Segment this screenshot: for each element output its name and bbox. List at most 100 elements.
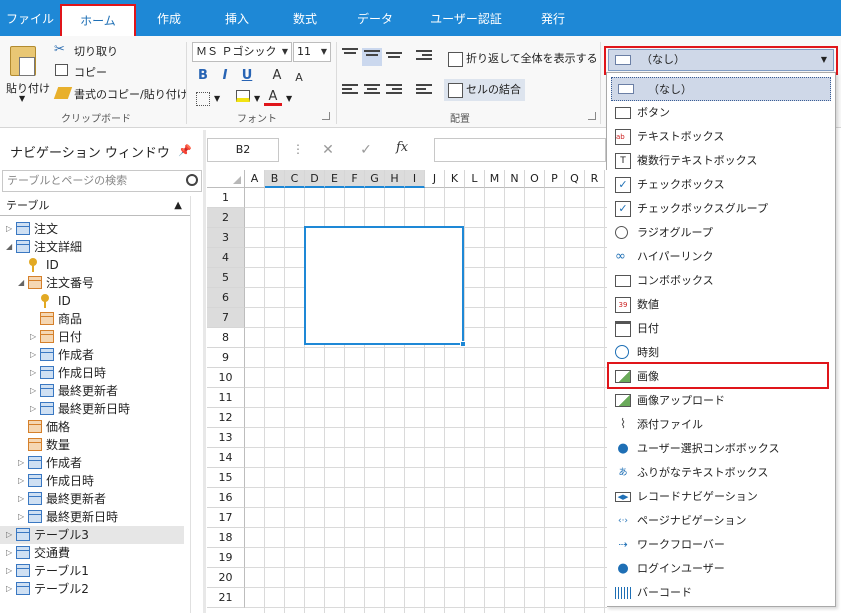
font-color-dropdown-icon[interactable]: ▼ bbox=[286, 94, 292, 103]
celltype-option-button[interactable]: ボタン bbox=[611, 101, 831, 125]
pin-icon[interactable]: 📌 bbox=[178, 144, 192, 157]
align-right-icon[interactable] bbox=[386, 84, 402, 98]
row-header[interactable]: 10 bbox=[207, 368, 245, 388]
format-copy-button[interactable]: 書式のコピー/貼り付け bbox=[74, 86, 188, 102]
nav-splitter[interactable] bbox=[203, 130, 206, 613]
column-header[interactable]: P bbox=[545, 170, 565, 188]
indent-icon[interactable] bbox=[416, 50, 432, 64]
nav-tree-item[interactable]: ▷ 最終更新者 bbox=[0, 490, 184, 508]
underline-button[interactable]: U bbox=[238, 67, 256, 85]
column-header[interactable]: O bbox=[525, 170, 545, 188]
tree-collapsed-icon[interactable]: ▷ bbox=[30, 328, 36, 346]
celltype-option-combobox[interactable]: コンボボックス bbox=[611, 269, 831, 293]
selected-cell-range[interactable] bbox=[304, 226, 464, 345]
row-header[interactable]: 21 bbox=[207, 588, 245, 608]
font-color-button[interactable]: A bbox=[264, 88, 282, 106]
wrap-text-button[interactable]: 折り返して全体を表示する bbox=[444, 48, 602, 70]
chevron-up-icon[interactable]: ▲ bbox=[174, 196, 182, 216]
italic-button[interactable]: I bbox=[216, 67, 234, 85]
celltype-option-furigana[interactable]: あ ふりがなテキストボックス bbox=[611, 461, 831, 485]
select-all-corner[interactable] bbox=[207, 170, 245, 188]
insert-function-button[interactable]: fx bbox=[396, 140, 408, 155]
row-header[interactable]: 19 bbox=[207, 548, 245, 568]
cut-button[interactable]: 切り取り bbox=[74, 43, 118, 59]
row-header[interactable]: 16 bbox=[207, 488, 245, 508]
tree-collapsed-icon[interactable]: ▷ bbox=[6, 544, 12, 562]
font-size-select[interactable]: 11 ▼ bbox=[293, 42, 331, 62]
row-header[interactable]: 4 bbox=[207, 248, 245, 268]
merge-cells-button[interactable]: セルの結合 bbox=[444, 79, 525, 101]
column-header[interactable]: G bbox=[365, 170, 385, 188]
nav-tree-item[interactable]: ◢ 注文詳細 bbox=[0, 238, 184, 256]
fill-color-icon[interactable] bbox=[236, 90, 250, 102]
tree-collapsed-icon[interactable]: ▷ bbox=[18, 490, 24, 508]
nav-tree-item[interactable]: ▷ テーブル3 bbox=[0, 526, 184, 544]
celltype-option-number[interactable]: 39 数値 bbox=[611, 293, 831, 317]
column-header[interactable]: L bbox=[465, 170, 485, 188]
tree-collapsed-icon[interactable]: ▷ bbox=[6, 526, 12, 544]
nav-tree-item[interactable]: ▷ 交通費 bbox=[0, 544, 184, 562]
celltype-option-multiline-textbox[interactable]: T 複数行テキストボックス bbox=[611, 149, 831, 173]
nav-tree-item[interactable]: ▷ 日付 bbox=[0, 328, 184, 346]
nav-tree-item[interactable]: ▷ 最終更新者 bbox=[0, 382, 184, 400]
column-header[interactable]: N bbox=[505, 170, 525, 188]
nav-tree-item[interactable]: ID bbox=[0, 292, 184, 310]
tree-collapsed-icon[interactable]: ▷ bbox=[6, 562, 12, 580]
align-middle-icon[interactable] bbox=[362, 48, 382, 66]
tree-expanded-icon[interactable]: ◢ bbox=[18, 274, 24, 292]
column-header[interactable]: B bbox=[265, 170, 285, 188]
celltype-option-date[interactable]: 日付 bbox=[611, 317, 831, 341]
bold-button[interactable]: B bbox=[194, 67, 212, 85]
tree-collapsed-icon[interactable]: ▷ bbox=[30, 400, 36, 418]
tree-collapsed-icon[interactable]: ▷ bbox=[18, 472, 24, 490]
row-header[interactable]: 2 bbox=[207, 208, 245, 228]
cell-name-box[interactable]: B2 bbox=[207, 138, 279, 162]
tree-collapsed-icon[interactable]: ▷ bbox=[30, 382, 36, 400]
column-header[interactable]: R bbox=[585, 170, 605, 188]
tab-userauth[interactable]: ユーザー認証 bbox=[418, 0, 514, 36]
tab-create[interactable]: 作成 bbox=[140, 0, 198, 36]
tab-file[interactable]: ファイル bbox=[0, 0, 60, 36]
nav-tree-item[interactable]: ▷ 作成日時 bbox=[0, 472, 184, 490]
column-header[interactable]: Q bbox=[565, 170, 585, 188]
row-header[interactable]: 14 bbox=[207, 448, 245, 468]
nav-tree-item[interactable]: ▷ 最終更新日時 bbox=[0, 508, 184, 526]
column-header[interactable]: K bbox=[445, 170, 465, 188]
celltype-option-none[interactable]: （なし） bbox=[611, 77, 831, 101]
row-header[interactable]: 13 bbox=[207, 428, 245, 448]
paste-button-label[interactable]: 貼り付け bbox=[6, 80, 50, 96]
celltype-option-hyperlink[interactable]: ∞ ハイパーリンク bbox=[611, 245, 831, 269]
cancel-formula-button[interactable]: ✕ bbox=[318, 140, 338, 160]
tab-formula[interactable]: 数式 bbox=[276, 0, 334, 36]
column-header[interactable]: F bbox=[345, 170, 365, 188]
row-header[interactable]: 1 bbox=[207, 188, 245, 208]
search-icon[interactable] bbox=[186, 174, 198, 186]
nav-tree-item[interactable]: ▷ テーブル1 bbox=[0, 562, 184, 580]
column-header[interactable]: I bbox=[405, 170, 425, 188]
celltype-option-image-upload[interactable]: 画像アップロード bbox=[611, 389, 831, 413]
tab-data[interactable]: データ bbox=[344, 0, 406, 36]
align-left-icon[interactable] bbox=[342, 84, 358, 98]
cell-area[interactable] bbox=[245, 188, 607, 613]
row-header[interactable]: 20 bbox=[207, 568, 245, 588]
font-family-select[interactable]: ＭＳ Ｐゴシック ▼ bbox=[192, 42, 292, 62]
row-header[interactable]: 15 bbox=[207, 468, 245, 488]
fill-color-dropdown-icon[interactable]: ▼ bbox=[254, 94, 260, 103]
row-header[interactable]: 11 bbox=[207, 388, 245, 408]
tree-collapsed-icon[interactable]: ▷ bbox=[18, 508, 24, 526]
row-header[interactable]: 6 bbox=[207, 288, 245, 308]
nav-scrollbar[interactable] bbox=[190, 196, 191, 613]
nav-tree-item[interactable]: ▷ 作成者 bbox=[0, 346, 184, 364]
row-header[interactable]: 7 bbox=[207, 308, 245, 328]
column-header[interactable]: J bbox=[425, 170, 445, 188]
nav-tree-item[interactable]: ▷ 最終更新日時 bbox=[0, 400, 184, 418]
grow-font-button[interactable]: A bbox=[268, 67, 286, 85]
paste-dropdown-icon[interactable]: ▼ bbox=[19, 94, 25, 103]
celltype-option-checkbox-group[interactable]: ✓ チェックボックスグループ bbox=[611, 197, 831, 221]
nav-tree-item[interactable]: ▷ 作成者 bbox=[0, 454, 184, 472]
fill-handle[interactable] bbox=[460, 341, 466, 347]
row-header[interactable]: 17 bbox=[207, 508, 245, 528]
column-header[interactable]: C bbox=[285, 170, 305, 188]
row-header[interactable]: 3 bbox=[207, 228, 245, 248]
row-header[interactable]: 9 bbox=[207, 348, 245, 368]
